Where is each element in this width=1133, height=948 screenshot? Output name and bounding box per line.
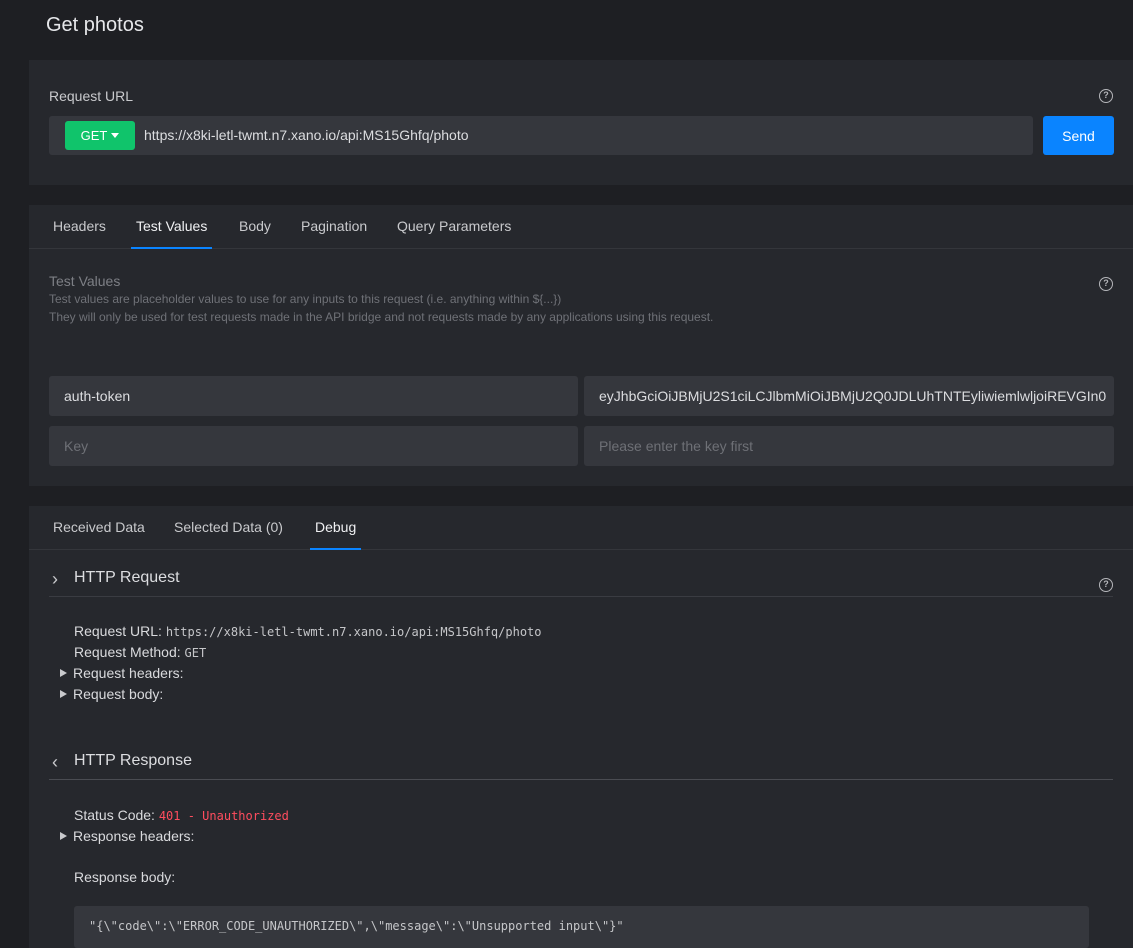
request-body-label: Request body: — [73, 686, 164, 702]
test-values-description: Test values are placeholder values to us… — [49, 292, 562, 306]
method-label: GET — [80, 128, 108, 143]
request-url-label: Request URL: — [74, 623, 162, 639]
tab-headers[interactable]: Headers — [53, 218, 106, 249]
http-request-title: HTTP Request — [74, 569, 180, 586]
chevron-left-icon: ‹ — [52, 752, 58, 772]
config-tabbar: Headers Test Values Body Pagination Quer… — [29, 205, 1133, 249]
request-url-bar: GET https://x8ki-letl-twmt.n7.xano.io/ap… — [49, 116, 1033, 155]
test-value-input[interactable]: eyJhbGciOiJBMjU2S1ciLCJlbmMiOiJBMjU2Q0JD… — [584, 376, 1114, 416]
response-body-label: Response body: — [74, 869, 176, 885]
request-method-row: Request Method: GET — [74, 644, 206, 660]
request-headers-label: Request headers: — [73, 665, 184, 681]
request-method-value: GET — [184, 646, 207, 660]
test-key-input[interactable]: auth-token — [49, 376, 578, 416]
http-response-section-toggle[interactable]: ‹ HTTP Response — [49, 750, 1113, 780]
chevron-right-icon: › — [52, 569, 58, 589]
response-body-box: "{\"code\":\"ERROR_CODE_UNAUTHORIZED\",\… — [74, 906, 1089, 948]
test-values-title: Test Values — [49, 273, 121, 289]
request-url-label: Request URL — [49, 88, 134, 104]
request-method-label: Request Method: — [74, 644, 181, 660]
http-response-title: HTTP Response — [74, 752, 192, 769]
send-button[interactable]: Send — [1043, 116, 1114, 155]
tab-selected-data[interactable]: Selected Data (0) — [174, 519, 283, 550]
response-body-value: "{\"code\":\"ERROR_CODE_UNAUTHORIZED\",\… — [89, 919, 624, 933]
result-panel: Received Data Selected Data (0) Debug › … — [29, 506, 1133, 948]
test-values-description: They will only be used for test requests… — [49, 310, 714, 324]
request-config-panel: Headers Test Values Body Pagination Quer… — [29, 205, 1133, 486]
request-headers-toggle[interactable]: Request headers: — [60, 665, 184, 681]
request-body-toggle[interactable]: Request body: — [60, 686, 163, 702]
tab-query-parameters[interactable]: Query Parameters — [397, 218, 511, 249]
request-url-value: https://x8ki-letl-twmt.n7.xano.io/api:MS… — [165, 625, 542, 639]
triangle-right-icon — [60, 832, 67, 840]
tab-debug[interactable]: Debug — [309, 519, 362, 550]
method-dropdown[interactable]: GET — [65, 121, 135, 150]
response-headers-toggle[interactable]: Response headers: — [60, 828, 194, 844]
page-title: Get photos — [46, 14, 144, 36]
request-url-panel: Request URL ? GET https://x8ki-letl-twmt… — [29, 60, 1133, 185]
request-url-row: Request URL: https://x8ki-letl-twmt.n7.x… — [74, 623, 542, 639]
http-request-section-toggle[interactable]: › HTTP Request — [49, 567, 1113, 597]
status-code-value: 401 - Unauthorized — [158, 809, 289, 823]
help-icon[interactable]: ? — [1099, 277, 1113, 291]
new-value-input[interactable]: Please enter the key first — [584, 426, 1114, 466]
triangle-right-icon — [60, 669, 67, 677]
status-code-label: Status Code: — [74, 807, 155, 823]
status-code-row: Status Code: 401 - Unauthorized — [74, 807, 289, 823]
tab-received-data[interactable]: Received Data — [53, 519, 145, 550]
help-icon[interactable]: ? — [1099, 578, 1113, 592]
request-url-input[interactable]: https://x8ki-letl-twmt.n7.xano.io/api:MS… — [144, 127, 469, 143]
caret-down-icon — [111, 133, 120, 138]
new-key-input[interactable]: Key — [49, 426, 578, 466]
tab-body[interactable]: Body — [239, 218, 271, 249]
tab-test-values[interactable]: Test Values — [130, 218, 213, 249]
result-tabbar: Received Data Selected Data (0) Debug — [29, 506, 1133, 550]
tab-pagination[interactable]: Pagination — [301, 218, 367, 249]
triangle-right-icon — [60, 690, 67, 698]
help-icon[interactable]: ? — [1099, 89, 1113, 103]
response-headers-label: Response headers: — [73, 828, 195, 844]
